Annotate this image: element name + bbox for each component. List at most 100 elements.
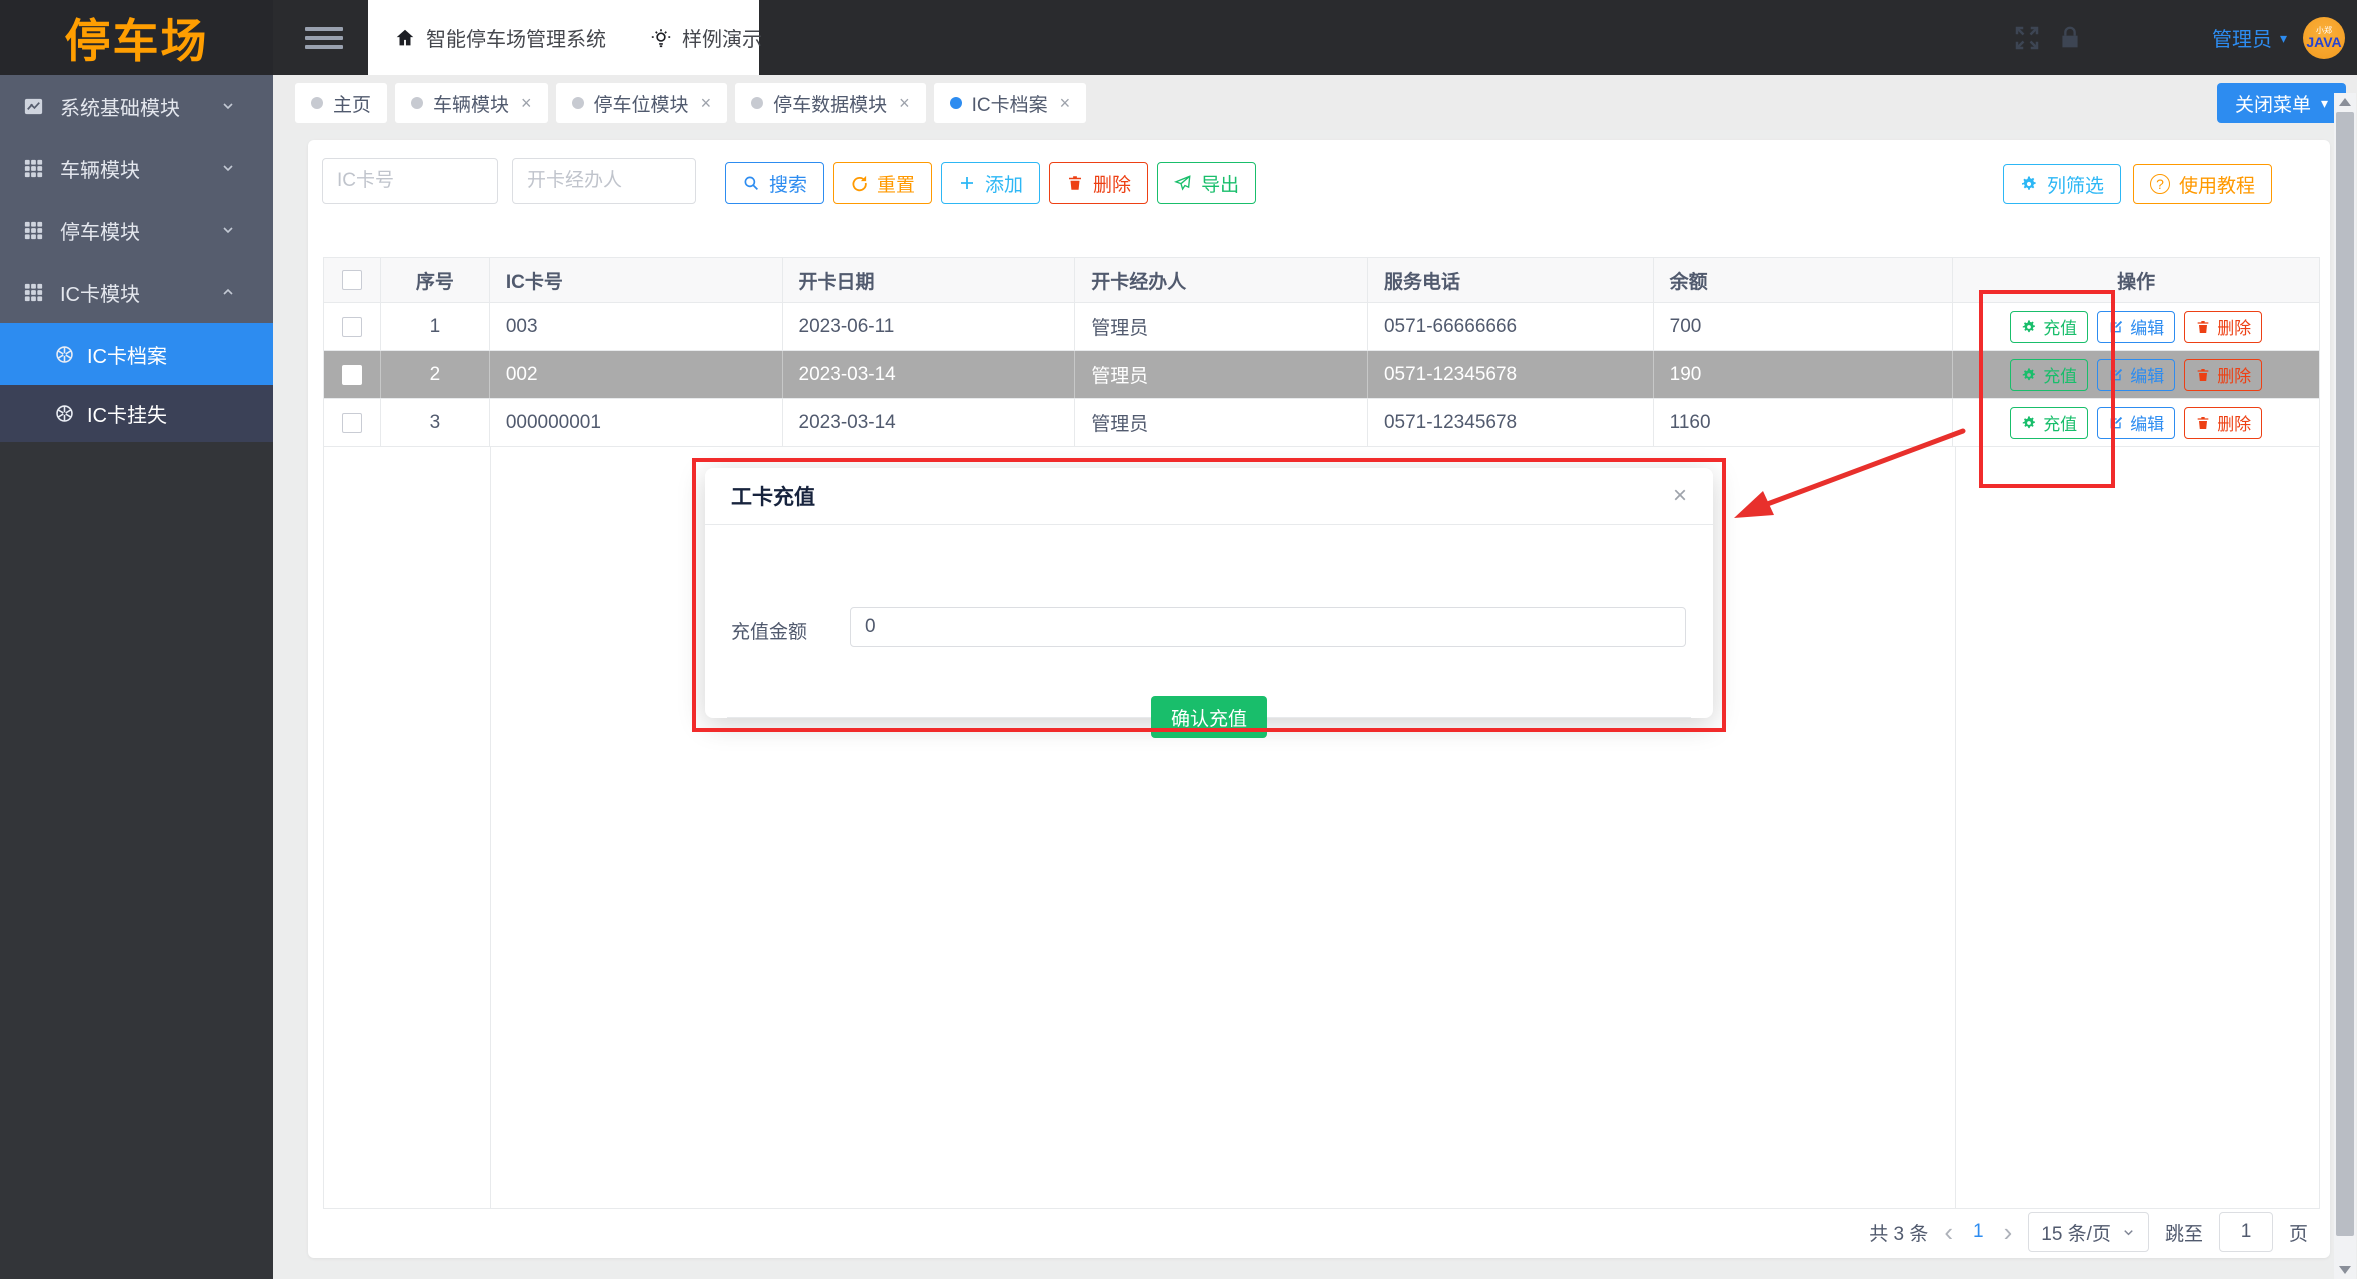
edit-icon — [2108, 367, 2124, 383]
col-header-balance: 余额 — [1654, 258, 1954, 302]
tab-parking-data-module[interactable]: 停车数据模块 × — [735, 83, 926, 123]
amount-input[interactable] — [850, 607, 1686, 647]
jump-page-input[interactable] — [2218, 1212, 2273, 1252]
confirm-recharge-button[interactable]: 确认充值 — [1150, 696, 1268, 738]
modal-body: 充值金额 确认充值 — [705, 525, 1713, 775]
recharge-label: 充值 — [2043, 319, 2078, 338]
current-page[interactable]: 1 — [1969, 1221, 1988, 1243]
lock-icon[interactable] — [2056, 24, 2084, 52]
select-all-checkbox[interactable] — [341, 270, 362, 290]
col-header-operator: 开卡经办人 — [1075, 258, 1368, 302]
cell-card: 000000001 — [490, 399, 783, 446]
table-row-selected[interactable]: 2 002 2023-03-14 管理员 0571-12345678 190 充… — [324, 351, 2319, 399]
sidebar-item-ic-card-module[interactable]: IC卡模块 — [0, 261, 273, 323]
table-row[interactable]: 1 003 2023-06-11 管理员 0571-66666666 700 充… — [324, 303, 2319, 351]
pagination-total: 共 3 条 — [1869, 1223, 1929, 1245]
scrollbar-thumb[interactable] — [2336, 112, 2354, 1236]
cell-phone: 0571-12345678 — [1368, 399, 1654, 446]
tab-ic-card-archive[interactable]: IC卡档案 × — [933, 83, 1087, 123]
edit-button[interactable]: 编辑 — [2097, 406, 2176, 439]
column-filter-label: 列筛选 — [2046, 175, 2104, 197]
delete-row-button[interactable]: 删除 — [2184, 406, 2263, 439]
tab-dot-icon — [411, 97, 424, 109]
sidebar-item-parking-module[interactable]: 停车模块 — [0, 199, 273, 261]
tab-close-icon[interactable]: × — [899, 94, 910, 112]
grid-icon — [22, 219, 45, 242]
edit-button[interactable]: 编辑 — [2097, 310, 2176, 343]
cell-operator: 管理员 — [1075, 303, 1368, 350]
aperture-icon — [54, 403, 75, 424]
cell-card: 003 — [490, 303, 783, 350]
sidebar-toggle-button[interactable] — [305, 27, 343, 49]
refresh-icon — [850, 174, 868, 192]
add-button[interactable]: 添加 — [941, 162, 1041, 204]
tab-home[interactable]: 主页 — [295, 83, 388, 123]
tab-close-icon[interactable]: × — [1060, 94, 1071, 112]
page-size-select[interactable]: 15 条/页 — [2028, 1212, 2149, 1252]
tab-close-icon[interactable]: × — [521, 94, 532, 112]
question-icon: ? — [2149, 174, 2170, 194]
tab-vehicle-module[interactable]: 车辆模块 × — [395, 83, 548, 123]
nav-item-home[interactable]: 智能停车场管理系统 — [394, 23, 606, 52]
chevron-down-icon — [2121, 1225, 2136, 1240]
aperture-icon — [54, 344, 75, 365]
export-button[interactable]: 导出 — [1157, 162, 1257, 204]
recharge-label: 充值 — [2043, 415, 2078, 434]
cell-no: 1 — [381, 303, 490, 350]
page-suffix: 页 — [2288, 1223, 2308, 1245]
sidebar-subitem-ic-card-archive[interactable]: IC卡档案 — [0, 323, 273, 385]
recharge-modal: 工卡充值 × 充值金额 确认充值 — [705, 468, 1713, 738]
tutorial-label: 使用教程 — [2178, 175, 2255, 197]
table-row[interactable]: 3 000000001 2023-03-14 管理员 0571-12345678… — [324, 399, 2319, 447]
add-button-label: 添加 — [985, 174, 1024, 196]
delete-button[interactable]: 删除 — [1049, 162, 1149, 204]
top-header: 停车场 智能停车场管理系统 样例演示 管理员 ▾ 小郑 JAVA — [0, 0, 2357, 75]
avatar[interactable]: 小郑 JAVA — [2303, 17, 2345, 59]
row-checkbox[interactable] — [341, 364, 362, 385]
fullscreen-icon[interactable] — [2012, 23, 2042, 53]
cell-balance: 700 — [1654, 303, 1954, 350]
ic-card-number-input[interactable] — [322, 158, 498, 204]
close-icon[interactable]: × — [1673, 484, 1687, 508]
reset-button[interactable]: 重置 — [833, 162, 933, 204]
close-menu-button[interactable]: 关闭菜单 ▾ — [2216, 83, 2346, 123]
row-checkbox[interactable] — [341, 412, 362, 433]
tutorial-button[interactable]: ? 使用教程 — [2132, 164, 2272, 204]
scroll-up-icon[interactable] — [2339, 98, 2351, 106]
user-menu[interactable]: 管理员 ▾ — [2212, 0, 2287, 75]
cell-date: 2023-03-14 — [783, 399, 1076, 446]
sidebar-item-label: 停车模块 — [60, 221, 140, 244]
delete-row-button[interactable]: 删除 — [2184, 358, 2263, 391]
app-logo: 停车场 — [0, 0, 273, 75]
edit-label: 编辑 — [2130, 415, 2165, 434]
column-filter-button[interactable]: 列筛选 — [2002, 164, 2121, 204]
scroll-down-icon[interactable] — [2339, 1266, 2351, 1274]
nav-item-demo[interactable]: 样例演示 — [650, 23, 762, 52]
chevron-down-icon — [220, 160, 236, 176]
sidebar-item-system-base[interactable]: 系统基础模块 — [0, 75, 273, 137]
next-page-button[interactable]: › — [2004, 1219, 2013, 1245]
edit-label: 编辑 — [2130, 319, 2165, 338]
recharge-button[interactable]: 充值 — [2010, 406, 2089, 439]
operator-input[interactable] — [512, 158, 696, 204]
export-button-label: 导出 — [1201, 174, 1240, 196]
edit-button[interactable]: 编辑 — [2097, 358, 2176, 391]
fixed-column-divider — [1955, 447, 1956, 1208]
tab-close-icon[interactable]: × — [701, 94, 712, 112]
toolbar: 搜索 重置 添加 删除 导出 — [725, 162, 1257, 204]
prev-page-button[interactable]: ‹ — [1944, 1219, 1953, 1245]
search-button[interactable]: 搜索 — [725, 162, 825, 204]
col-header-date: 开卡日期 — [783, 258, 1076, 302]
delete-row-button[interactable]: 删除 — [2184, 310, 2263, 343]
sidebar-subitem-ic-card-loss[interactable]: IC卡挂失 — [0, 385, 273, 442]
tab-parking-spot-module[interactable]: 停车位模块 × — [555, 83, 728, 123]
recharge-button[interactable]: 充值 — [2010, 310, 2089, 343]
table-header-row: 序号 IC卡号 开卡日期 开卡经办人 服务电话 余额 操作 — [324, 258, 2319, 303]
recharge-button[interactable]: 充值 — [2010, 358, 2089, 391]
row-checkbox[interactable] — [341, 316, 362, 337]
sidebar-item-vehicle-module[interactable]: 车辆模块 — [0, 137, 273, 199]
avatar-main-text: JAVA — [2306, 34, 2342, 50]
search-button-label: 搜索 — [769, 174, 808, 196]
delete-label: 删除 — [2217, 367, 2252, 386]
vertical-scrollbar[interactable] — [2334, 93, 2356, 1279]
